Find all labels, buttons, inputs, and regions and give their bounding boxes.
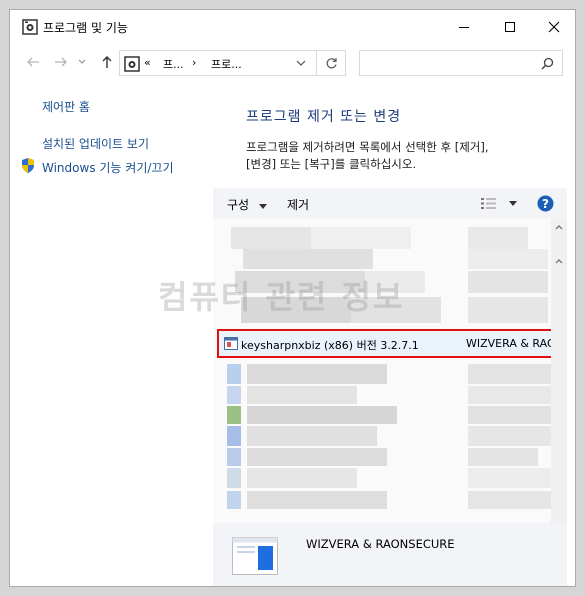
blurred-cell: [468, 406, 551, 424]
installer-icon: [224, 337, 238, 350]
program-icon: [232, 537, 278, 575]
programs-and-features-window: 프로그램 및 기능 « 프... › 프로... 제어판 홈 설치된 업데이트 …: [9, 9, 576, 587]
minimize-button[interactable]: [441, 10, 487, 44]
close-button[interactable]: [531, 10, 575, 44]
blurred-icon: [227, 426, 241, 446]
blurred-cell: [468, 364, 551, 384]
blurred-icon: [227, 364, 241, 384]
blurred-cell: [468, 468, 551, 488]
details-pane: WIZVERA & RAONSECURE: [213, 523, 567, 586]
title-bar[interactable]: 프로그램 및 기능: [10, 10, 575, 44]
blurred-cell: [247, 364, 387, 384]
blurred-cell: [243, 249, 373, 269]
help-icon[interactable]: ?: [537, 195, 554, 212]
search-input[interactable]: [359, 50, 563, 76]
vertical-scrollbar[interactable]: [551, 219, 567, 523]
program-name: keysharpnxbiz (x86) 버전 3.2.7.1: [241, 339, 419, 352]
navigation-bar: « 프... › 프로...: [10, 46, 575, 80]
description-line: [변경] 또는 [복구]를 클릭하십시오.: [246, 157, 417, 171]
control-panel-home-link[interactable]: 제어판 홈: [42, 98, 90, 115]
blurred-cell: [468, 386, 551, 404]
refresh-icon[interactable]: [325, 57, 338, 70]
recent-locations-button[interactable]: [76, 51, 88, 73]
blurred-cell: [247, 426, 377, 446]
blurred-icon: [227, 468, 241, 488]
window-title: 프로그램 및 기능: [43, 21, 128, 35]
blurred-cell: [468, 448, 538, 466]
svg-text:?: ?: [542, 197, 549, 211]
view-installed-updates-link[interactable]: 설치된 업데이트 보기: [42, 135, 149, 152]
search-icon: [541, 57, 554, 70]
page-description: 프로그램을 제거하려면 목록에서 선택한 후 [제거], [변경] 또는 [복구…: [246, 139, 489, 173]
list-toolbar: 구성 제거 ?: [213, 188, 567, 219]
blurred-cell: [468, 249, 548, 269]
program-publisher: WIZVERA & RAO: [466, 337, 551, 350]
view-options-icon[interactable]: [481, 197, 497, 210]
breadcrumb-item[interactable]: 프로...: [211, 56, 242, 72]
details-publisher: WIZVERA & RAONSECURE: [306, 537, 455, 551]
shield-icon: [22, 158, 34, 173]
arrow-left-icon: [27, 57, 39, 67]
blurred-icon: [227, 491, 241, 509]
scroll-up-icon[interactable]: [555, 225, 563, 230]
description-line: 프로그램을 제거하려면 목록에서 선택한 후 [제거],: [246, 140, 489, 154]
maximize-icon: [505, 22, 515, 32]
chevron-down-icon[interactable]: [296, 60, 306, 67]
blurred-cell: [247, 448, 387, 466]
maximize-button[interactable]: [487, 10, 533, 44]
blurred-icon: [227, 448, 241, 466]
breadcrumb-overflow[interactable]: «: [144, 56, 151, 69]
blurred-icon: [227, 386, 241, 404]
blurred-cell: [247, 406, 397, 424]
uninstall-button[interactable]: 제거: [287, 196, 309, 213]
close-icon: [548, 21, 560, 33]
arrow-right-icon: [55, 57, 67, 67]
page-title: 프로그램 제거 또는 변경: [246, 109, 402, 125]
up-button[interactable]: [96, 51, 118, 73]
dropdown-arrow-icon[interactable]: [509, 201, 517, 206]
blurred-cell: [468, 426, 551, 446]
forward-button[interactable]: [50, 51, 72, 73]
blurred-cell: [468, 271, 548, 293]
divider: [316, 51, 317, 75]
organize-button[interactable]: 구성: [227, 196, 267, 213]
control-panel-icon: [124, 56, 140, 72]
blurred-cell: [468, 491, 551, 509]
organize-label: 구성: [227, 198, 250, 212]
minimize-icon: [459, 27, 469, 28]
back-button[interactable]: [22, 51, 44, 73]
dropdown-arrow-icon: [258, 204, 267, 209]
address-bar[interactable]: « 프... › 프로...: [119, 50, 346, 76]
arrow-up-icon: [102, 56, 112, 68]
blurred-cell: [468, 297, 548, 323]
blurred-cell: [247, 491, 387, 509]
blurred-cell: [247, 468, 357, 488]
control-panel-icon: [22, 19, 38, 35]
blurred-cell: [311, 227, 411, 249]
chevron-down-icon: [78, 59, 86, 64]
breadcrumb-item[interactable]: 프...: [163, 56, 184, 72]
blurred-cell: [247, 386, 357, 404]
windows-features-link[interactable]: Windows 기능 켜기/끄기: [42, 159, 173, 176]
selected-program-row[interactable]: keysharpnxbiz (x86) 버전 3.2.7.1 WIZVERA &…: [217, 329, 551, 358]
scroll-up-icon[interactable]: [555, 259, 563, 264]
watermark: 컴퓨터 관련 정보: [158, 278, 405, 316]
blurred-cell: [468, 227, 528, 249]
breadcrumb-separator[interactable]: ›: [192, 56, 196, 69]
program-rows[interactable]: keysharpnxbiz (x86) 버전 3.2.7.1 WIZVERA &…: [213, 219, 551, 523]
program-list: 구성 제거 ? keysharpnxbiz (x86) 버전 3.2.7.1 W…: [213, 188, 567, 523]
blurred-icon: [227, 406, 241, 424]
blurred-cell: [231, 227, 311, 249]
